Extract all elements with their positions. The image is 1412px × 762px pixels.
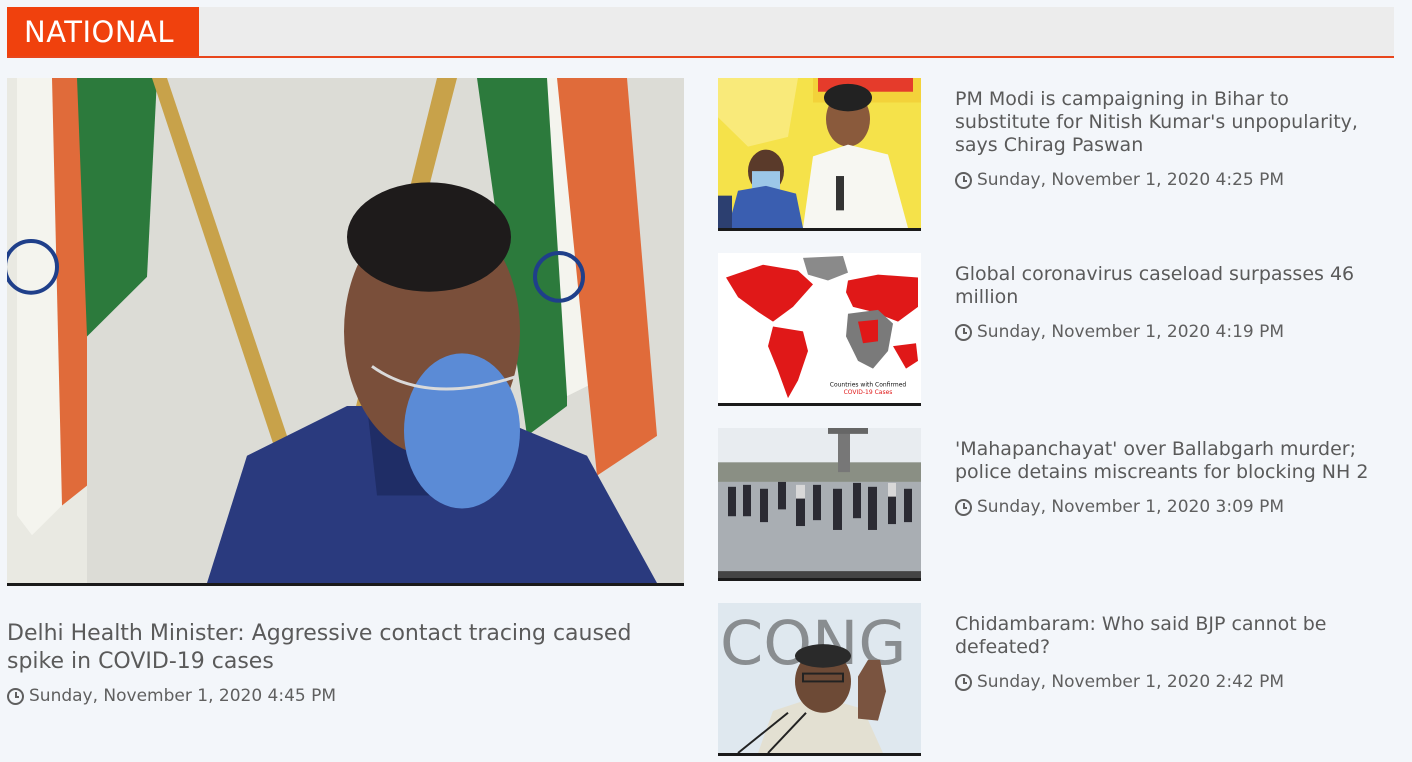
clock-icon	[7, 687, 24, 705]
clock-icon	[955, 323, 972, 341]
clock-icon	[955, 673, 972, 691]
featured-timestamp: Sunday, November 1, 2020 4:45 PM	[7, 686, 684, 706]
news-date: Sunday, November 1, 2020 4:25 PM	[977, 170, 1285, 190]
news-item[interactable]: 'Mahapanchayat' over Ballabgarh murder; …	[718, 428, 1394, 583]
section-header: NATIONAL	[7, 7, 1394, 58]
section-label[interactable]: NATIONAL	[7, 7, 199, 56]
news-date: Sunday, November 1, 2020 4:19 PM	[977, 322, 1285, 342]
news-date: Sunday, November 1, 2020 2:42 PM	[977, 672, 1285, 692]
news-text: Global coronavirus caseload surpasses 46…	[955, 263, 1387, 342]
news-timestamp: Sunday, November 1, 2020 4:19 PM	[955, 322, 1387, 342]
featured-title[interactable]: Delhi Health Minister: Aggressive contac…	[7, 620, 684, 676]
news-title[interactable]: Chidambaram: Who said BJP cannot be defe…	[955, 613, 1387, 659]
clock-icon	[955, 498, 972, 516]
featured-image[interactable]	[7, 78, 684, 586]
news-item[interactable]: PM Modi is campaigning in Bihar to subst…	[718, 78, 1394, 233]
news-item[interactable]: Countries with Confirmed COVID-19 Cases …	[718, 253, 1394, 408]
news-timestamp: Sunday, November 1, 2020 2:42 PM	[955, 672, 1387, 692]
news-thumbnail[interactable]	[718, 78, 921, 231]
news-thumbnail[interactable]	[718, 428, 921, 581]
featured-article[interactable]: Delhi Health Minister: Aggressive contac…	[7, 78, 684, 706]
map-caption-line1: Countries with Confirmed	[830, 381, 907, 388]
news-timestamp: Sunday, November 1, 2020 3:09 PM	[955, 497, 1387, 517]
map-caption-line2: COVID-19 Cases	[844, 389, 893, 396]
news-title[interactable]: PM Modi is campaigning in Bihar to subst…	[955, 88, 1387, 157]
news-title[interactable]: Global coronavirus caseload surpasses 46…	[955, 263, 1387, 309]
news-text: Chidambaram: Who said BJP cannot be defe…	[955, 613, 1387, 692]
news-item[interactable]: CONG Chidambaram: Who said BJP cannot be…	[718, 603, 1394, 758]
news-thumbnail[interactable]: Countries with Confirmed COVID-19 Cases	[718, 253, 921, 406]
news-text: 'Mahapanchayat' over Ballabgarh murder; …	[955, 438, 1387, 517]
clock-icon	[955, 171, 972, 189]
featured-date: Sunday, November 1, 2020 4:45 PM	[29, 686, 337, 706]
news-date: Sunday, November 1, 2020 3:09 PM	[977, 497, 1285, 517]
news-title[interactable]: 'Mahapanchayat' over Ballabgarh murder; …	[955, 438, 1387, 484]
news-timestamp: Sunday, November 1, 2020 4:25 PM	[955, 170, 1387, 190]
news-text: PM Modi is campaigning in Bihar to subst…	[955, 88, 1387, 190]
news-thumbnail[interactable]: CONG	[718, 603, 921, 756]
